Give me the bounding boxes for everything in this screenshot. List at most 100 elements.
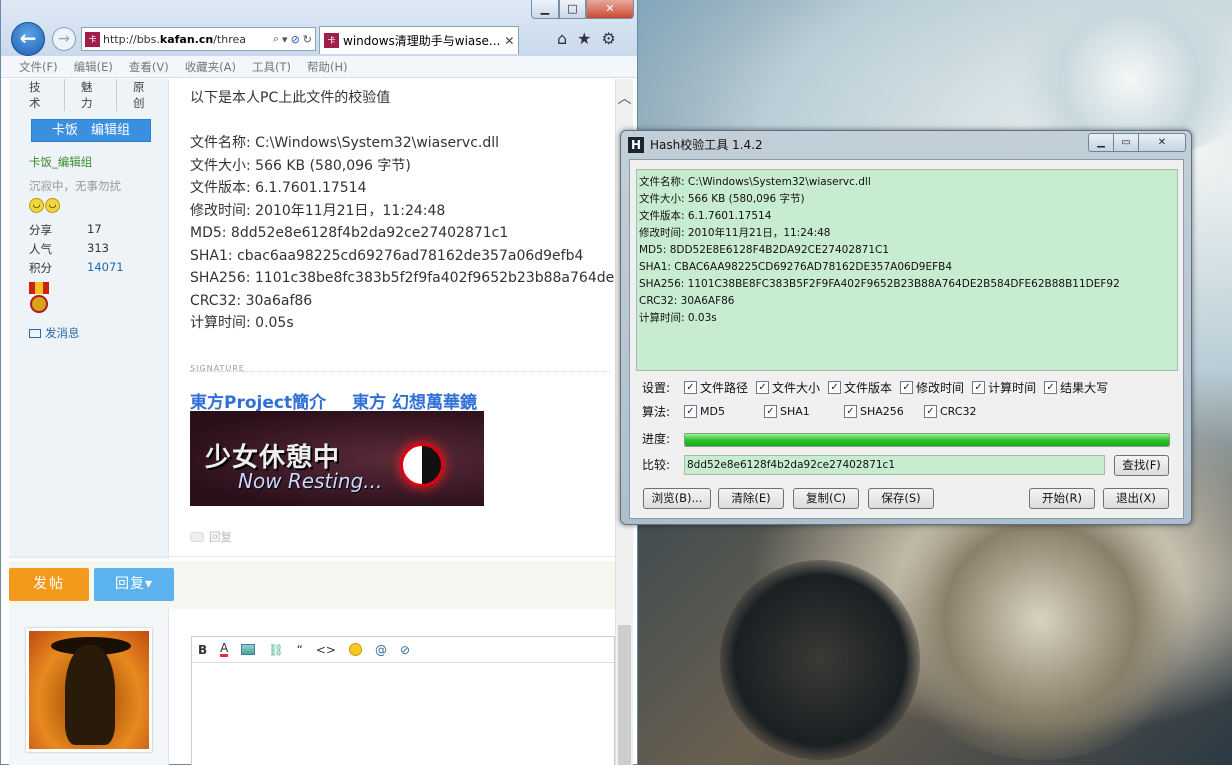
smiley-icon: ◡ xyxy=(45,198,60,213)
refresh-icon[interactable]: ↻ xyxy=(303,33,312,46)
menu-favorites[interactable]: 收藏夹(A) xyxy=(177,59,244,75)
settings-label: 设置: xyxy=(642,381,671,395)
copy-button[interactable]: 复制(C) xyxy=(793,488,859,509)
checkbox-checked-icon: ✓ xyxy=(924,405,937,418)
menu-view[interactable]: 查看(V) xyxy=(121,59,177,75)
sig-link[interactable]: 東方Project簡介 xyxy=(190,388,326,413)
menu-file[interactable]: 文件(F) xyxy=(11,59,66,75)
browser-tab[interactable]: 卡 windows清理助手与wiase... ✕ xyxy=(319,26,519,54)
setting-file-path[interactable]: ✓ 文件路径 xyxy=(684,379,748,396)
reply-editor[interactable]: B A ⛓ “ <> @ ⊘ xyxy=(191,636,615,765)
algo-crc32[interactable]: ✓ CRC32 xyxy=(924,405,996,418)
browse-button[interactable]: 浏览(B)... xyxy=(643,488,711,509)
user-profile-panel: 技术 魅力 原创 卡饭 编辑组 卡饭_编辑组 沉寂中，无事勿扰 ◡ ◡ 分享 17… xyxy=(9,79,169,559)
clear-button[interactable]: 清除(E) xyxy=(718,488,784,509)
post-line: SHA256: 1101c38be8fc383b5f2f9fa402f9652b… xyxy=(190,270,615,286)
checkbox-checked-icon: ✓ xyxy=(844,405,857,418)
post-line: 文件大小: 566 KB (580,096 字节) xyxy=(190,157,411,174)
algo-md5[interactable]: ✓ MD5 xyxy=(684,405,756,418)
hash-client-area: 文件名称: C:\Windows\System32\wiaservc.dll 文… xyxy=(629,159,1184,519)
favorites-star-icon[interactable]: ★ xyxy=(577,29,591,48)
progress-bar xyxy=(684,433,1170,447)
hash-tool-window: H Hash校验工具 1.4.2 ▁ ▭ ✕ 文件名称: C:\Windows\… xyxy=(620,130,1192,525)
send-message-link[interactable]: 发消息 xyxy=(29,325,80,341)
user-group-button[interactable]: 卡饭 编辑组 xyxy=(31,119,151,142)
tab-close-icon[interactable]: ✕ xyxy=(504,34,514,48)
user-tab-charm[interactable]: 魅力 xyxy=(81,79,117,111)
reply-link[interactable]: 回复 xyxy=(190,529,232,545)
new-post-button[interactable]: 发帖 xyxy=(9,568,89,601)
checkbox-checked-icon: ✓ xyxy=(684,381,697,394)
dropdown-icon[interactable]: ▾ xyxy=(282,33,288,46)
code-button[interactable]: <> xyxy=(316,643,336,657)
editor-toolbar: B A ⛓ “ <> @ ⊘ xyxy=(192,637,614,663)
user-group-name[interactable]: 卡饭_编辑组 xyxy=(29,154,92,170)
scroll-up-icon[interactable]: ︿ xyxy=(616,79,633,119)
forum-page: 技术 魅力 原创 卡饭 编辑组 卡饭_编辑组 沉寂中，无事勿扰 ◡ ◡ 分享 17… xyxy=(9,79,615,765)
back-arrow-icon: ← xyxy=(19,26,37,50)
minimize-button[interactable]: ▁ xyxy=(531,0,559,19)
close-button[interactable]: ✕ xyxy=(586,0,634,19)
hash-close-button[interactable]: ✕ xyxy=(1138,133,1186,152)
maximize-button[interactable]: □ xyxy=(559,0,586,19)
quote-button[interactable]: “ xyxy=(297,643,303,657)
user-tab-original[interactable]: 原创 xyxy=(133,79,168,111)
bold-button[interactable]: B xyxy=(198,643,207,657)
sig-link[interactable]: 東方 幻想萬華鏡 xyxy=(352,388,477,413)
stop-icon[interactable]: ⊘ xyxy=(291,33,300,46)
checkbox-checked-icon: ✓ xyxy=(764,405,777,418)
scrollbar-thumb[interactable] xyxy=(618,625,631,765)
divider xyxy=(9,556,615,557)
url-text: http://bbs.kafan.cn/threa xyxy=(103,32,246,46)
output-line: SHA256: 1101C38BE8FC383B5F2F9FA402F9652B… xyxy=(639,278,1120,290)
avatar[interactable] xyxy=(26,628,152,752)
post-line: MD5: 8dd52e8e6128f4b2da92ce27402871c1 xyxy=(190,225,509,241)
font-color-button[interactable]: A xyxy=(220,642,229,657)
exit-button[interactable]: 退出(X) xyxy=(1103,488,1169,509)
link-icon[interactable]: ⛓ xyxy=(268,643,283,657)
forward-button[interactable]: → xyxy=(52,27,76,51)
menu-help[interactable]: 帮助(H) xyxy=(299,59,356,75)
user-tab-tech[interactable]: 技术 xyxy=(29,79,65,111)
stat-popularity: 人气 313 xyxy=(29,241,109,256)
home-icon[interactable]: ⌂ xyxy=(557,29,567,48)
image-icon[interactable] xyxy=(241,644,256,655)
compare-row: 比较: xyxy=(642,456,684,473)
hash-minimize-button[interactable]: ▁ xyxy=(1088,133,1114,152)
medal-icon[interactable] xyxy=(29,282,49,314)
setting-uppercase[interactable]: ✓ 结果大写 xyxy=(1044,379,1108,396)
checkbox-checked-icon: ✓ xyxy=(900,381,914,394)
setting-file-size[interactable]: ✓ 文件大小 xyxy=(756,379,820,396)
algorithm-label: 算法: xyxy=(642,405,671,419)
setting-modify-time[interactable]: ✓ 修改时间 xyxy=(900,379,964,396)
menu-tools[interactable]: 工具(T) xyxy=(244,59,299,75)
setting-calc-time[interactable]: ✓ 计算时间 xyxy=(972,379,1036,396)
progress-row: 进度: xyxy=(642,430,684,447)
browser-toolbar: ▁ □ ✕ ← → 卡 http://bbs.kafan.cn/threa ⌕ … xyxy=(1,0,637,56)
start-button[interactable]: 开始(R) xyxy=(1029,488,1095,509)
tab-title: windows清理助手与wiase... xyxy=(343,34,501,48)
hash-output-box[interactable]: 文件名称: C:\Windows\System32\wiaservc.dll 文… xyxy=(636,169,1178,371)
signature-banner[interactable]: 少女休憩中 Now Resting... xyxy=(190,411,484,506)
compare-input[interactable]: 8dd52e8e6128f4b2da92ce27402871c1 xyxy=(684,455,1105,475)
emoji-icon[interactable] xyxy=(348,643,362,656)
reply-button[interactable]: 回复▾ xyxy=(94,568,174,601)
settings-gear-icon[interactable]: ⚙ xyxy=(602,29,616,48)
algo-sha256[interactable]: ✓ SHA256 xyxy=(844,405,916,418)
hash-maximize-button[interactable]: ▭ xyxy=(1113,133,1139,152)
attachment-icon[interactable]: ⊘ xyxy=(400,643,410,657)
find-button[interactable]: 查找(F) xyxy=(1114,455,1169,476)
algo-sha1[interactable]: ✓ SHA1 xyxy=(764,405,836,418)
address-bar[interactable]: 卡 http://bbs.kafan.cn/threa ⌕ ▾ ⊘ ↻ xyxy=(81,27,316,51)
hash-title: Hash校验工具 1.4.2 xyxy=(650,138,763,152)
save-button[interactable]: 保存(S) xyxy=(868,488,934,509)
site-favicon: 卡 xyxy=(85,31,100,47)
setting-file-version[interactable]: ✓ 文件版本 xyxy=(828,379,892,396)
back-button[interactable]: ← xyxy=(11,22,45,56)
menu-edit[interactable]: 编辑(E) xyxy=(66,59,121,75)
action-bar: 发帖 回复▾ xyxy=(9,561,615,609)
avatar-figure xyxy=(65,645,115,745)
signature-label: SIGNATURE xyxy=(190,364,610,373)
search-icon[interactable]: ⌕ xyxy=(273,32,279,46)
mention-button[interactable]: @ xyxy=(375,643,387,657)
